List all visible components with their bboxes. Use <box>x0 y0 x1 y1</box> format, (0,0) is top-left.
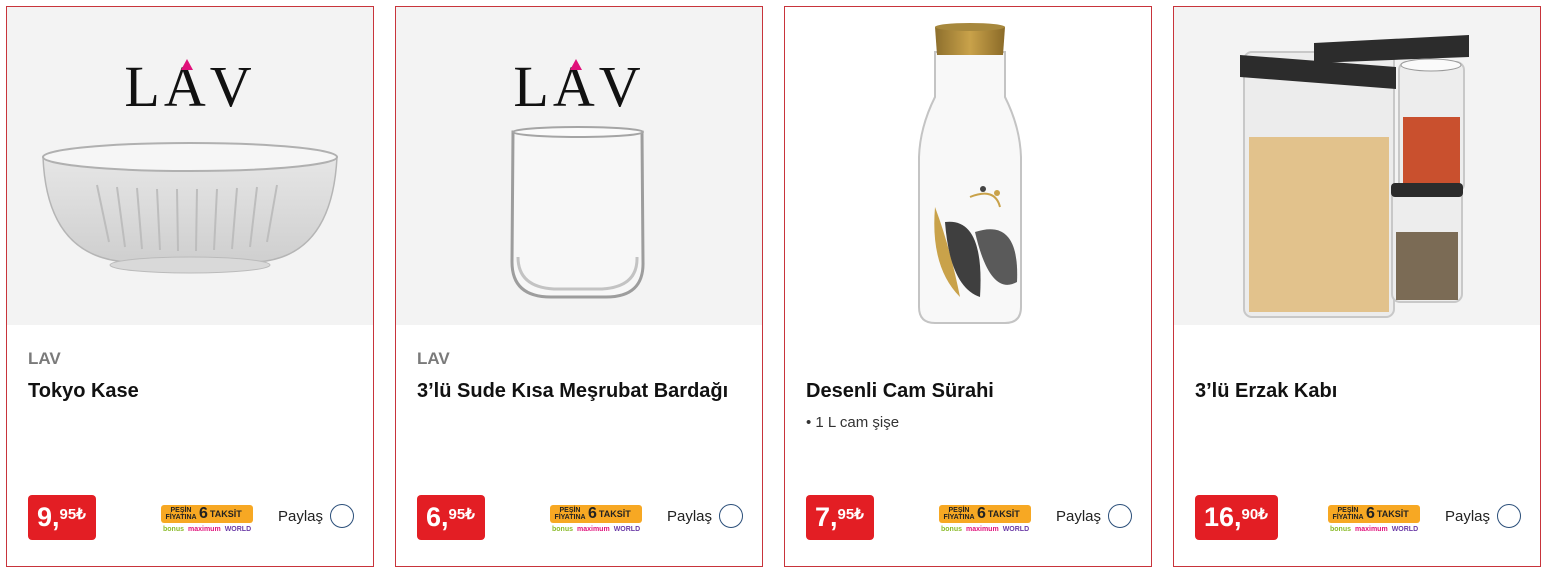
share-icon[interactable] <box>719 504 744 528</box>
glass-illustration <box>510 126 645 299</box>
product-title[interactable]: 3’lü Sude Kısa Meşrubat Bardağı <box>417 380 728 403</box>
price-tag: 7, 95₺ <box>806 495 874 540</box>
price-tag: 9, 95₺ <box>28 495 96 540</box>
bowl-illustration <box>42 142 338 274</box>
price-tag: 16, 90₺ <box>1195 495 1278 540</box>
installment-badge: PEŞİN FİYATINA 6 TAKSİT bonus maximum WOR… <box>939 505 1031 533</box>
product-brand: LAV <box>28 349 61 368</box>
product-feature: • 1 L cam şişe <box>806 414 900 431</box>
product-image[interactable] <box>1174 7 1540 325</box>
carafe-illustration <box>918 23 1022 324</box>
product-card[interactable]: 3’lü Erzak Kabı 16, 90₺ PEŞİN FİYATINA 6 … <box>1173 6 1541 567</box>
product-image[interactable]: LAV <box>396 7 762 325</box>
installment-badge: PEŞİN FİYATINA 6 TAKSİT bonus maximum WOR… <box>550 505 642 533</box>
product-title[interactable]: Tokyo Kase <box>28 380 139 403</box>
share-icon[interactable] <box>1108 504 1133 528</box>
price-tag: 6, 95₺ <box>417 495 485 540</box>
share-button[interactable]: Paylaş <box>278 504 355 528</box>
product-image[interactable]: LAV <box>7 7 373 325</box>
share-icon[interactable] <box>1497 504 1522 528</box>
product-brand: LAV <box>417 349 450 368</box>
share-button[interactable]: Paylaş <box>1445 504 1522 528</box>
product-card[interactable]: LAV LAV 3’lü Sude Kısa Meşrubat Bardağı … <box>395 6 763 567</box>
share-button[interactable]: Paylaş <box>667 504 744 528</box>
installment-badge: PEŞİN FİYATINA 6 TAKSİT bonus maximum WOR… <box>161 505 253 533</box>
installment-badge: PEŞİN FİYATINA 6 TAKSİT bonus maximum WOR… <box>1328 505 1420 533</box>
product-card[interactable]: Desenli Cam Sürahi • 1 L cam şişe 7, 95₺… <box>784 6 1152 567</box>
product-title[interactable]: Desenli Cam Sürahi <box>806 380 994 403</box>
container-illustration <box>1240 35 1469 318</box>
share-label: Paylaş <box>1445 507 1491 525</box>
share-label: Paylaş <box>278 507 324 525</box>
product-title[interactable]: 3’lü Erzak Kabı <box>1195 380 1337 403</box>
share-button[interactable]: Paylaş <box>1056 504 1133 528</box>
share-icon[interactable] <box>330 504 355 528</box>
product-image[interactable] <box>785 7 1151 325</box>
share-label: Paylaş <box>1056 507 1102 525</box>
product-card[interactable]: LAV LAV Tokyo Kase 9, 95₺ PEŞİN FİYATINA… <box>6 6 374 567</box>
share-label: Paylaş <box>667 507 713 525</box>
